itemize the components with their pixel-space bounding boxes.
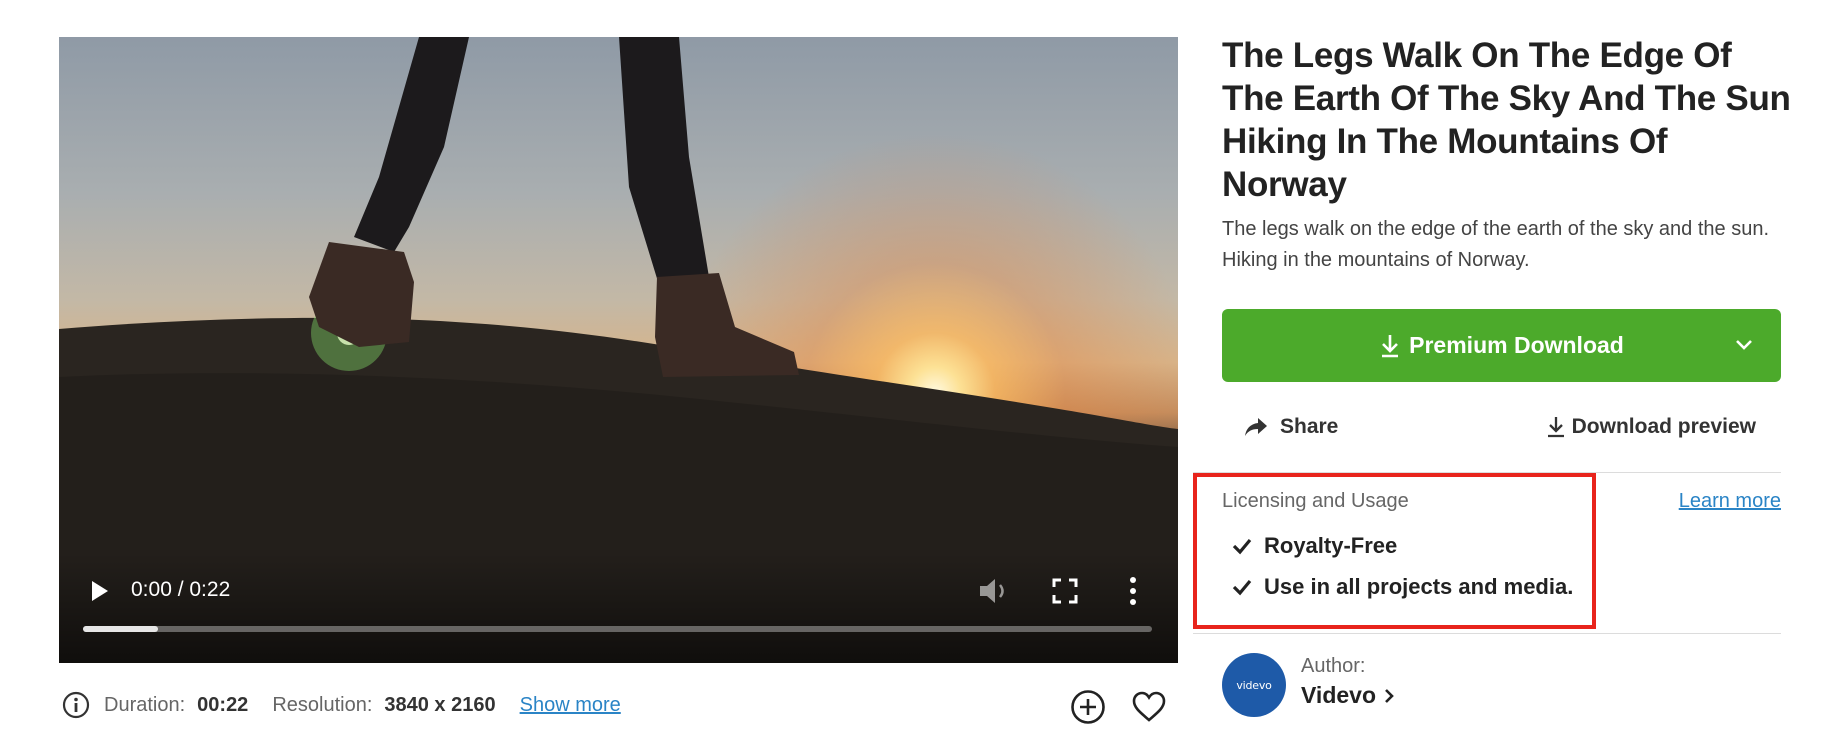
chevron-down-icon[interactable] bbox=[1735, 337, 1753, 351]
download-icon bbox=[1382, 334, 1399, 357]
share-arrow-icon bbox=[1245, 418, 1267, 436]
heart-icon[interactable] bbox=[1131, 690, 1167, 724]
author-link[interactable]: Videvo bbox=[1301, 682, 1394, 709]
author-name: Videvo bbox=[1301, 682, 1376, 708]
checkmark-icon bbox=[1232, 538, 1252, 555]
resolution-label: Resolution: bbox=[272, 693, 373, 716]
divider bbox=[1193, 633, 1781, 634]
licensing-heading: Licensing and Usage bbox=[1222, 490, 1409, 512]
video-meta-row: Duration: 00:22 Resolution: 3840 x 2160 … bbox=[62, 687, 621, 723]
controls-overlay bbox=[59, 553, 1178, 663]
more-vertical-icon[interactable] bbox=[1128, 575, 1138, 607]
add-circle-icon[interactable] bbox=[1070, 689, 1106, 725]
premium-download-label: Premium Download bbox=[1409, 332, 1624, 358]
license-item-label: Royalty-Free bbox=[1264, 533, 1398, 558]
video-description: The legs walk on the edge of the earth o… bbox=[1222, 218, 1770, 271]
page-title: The Legs Walk On The Edge Of The Earth O… bbox=[1222, 36, 1791, 204]
learn-more-link[interactable]: Learn more bbox=[1679, 490, 1781, 513]
fullscreen-icon[interactable] bbox=[1052, 578, 1078, 604]
play-icon[interactable] bbox=[87, 579, 111, 603]
premium-download-button[interactable]: Premium Download bbox=[1222, 309, 1781, 382]
avatar-logo-text: videvo bbox=[1236, 678, 1272, 692]
video-progress-bar[interactable] bbox=[83, 626, 1152, 632]
video-time: 0:00 / 0:22 bbox=[131, 578, 231, 601]
video-player[interactable]: 0:00 / 0:22 bbox=[59, 37, 1178, 663]
duration-value: 00:22 bbox=[197, 693, 249, 716]
resolution-value: 3840 x 2160 bbox=[384, 693, 496, 716]
duration-label: Duration: bbox=[104, 693, 186, 716]
checkmark-icon bbox=[1232, 579, 1252, 596]
license-item-label: Use in all projects and media. bbox=[1264, 574, 1574, 599]
license-item: Royalty-Free bbox=[1232, 533, 1397, 559]
chevron-right-icon bbox=[1385, 688, 1394, 703]
download-preview-label: Download preview bbox=[1571, 415, 1756, 438]
show-more-link[interactable]: Show more bbox=[520, 694, 621, 717]
download-preview-button[interactable]: Download preview bbox=[1546, 411, 1756, 443]
video-progress-fill bbox=[83, 626, 158, 632]
avatar[interactable]: videvo bbox=[1222, 653, 1286, 717]
author-label: Author: bbox=[1301, 655, 1366, 677]
volume-icon[interactable] bbox=[978, 576, 1012, 606]
download-icon bbox=[1547, 417, 1564, 438]
info-icon[interactable] bbox=[62, 691, 90, 719]
share-label: Share bbox=[1280, 415, 1339, 438]
share-button[interactable]: Share bbox=[1244, 411, 1338, 443]
premium-download-content: Premium Download bbox=[1379, 332, 1624, 359]
license-item: Use in all projects and media. bbox=[1232, 574, 1573, 600]
